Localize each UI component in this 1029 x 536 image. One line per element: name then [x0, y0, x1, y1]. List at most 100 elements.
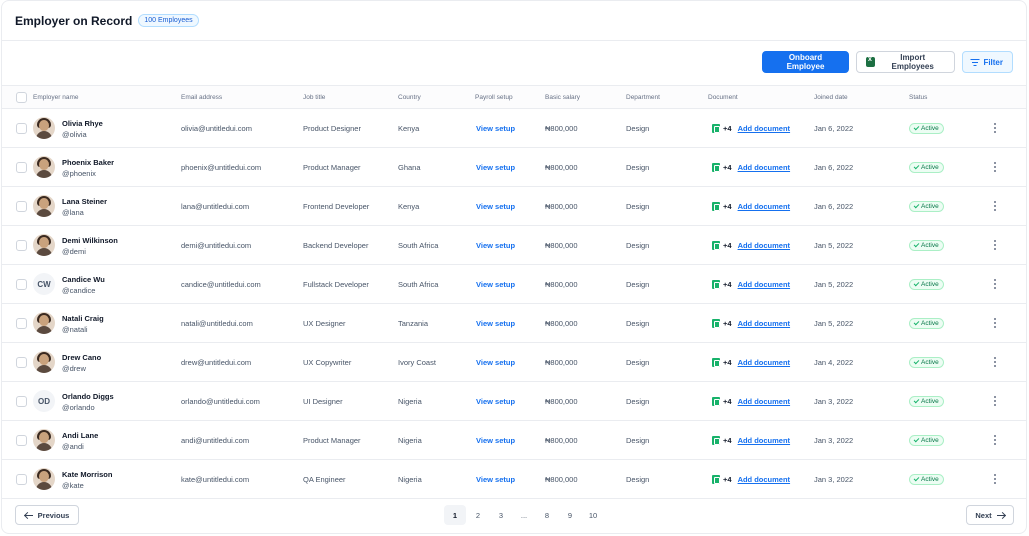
row-menu-button[interactable]: [992, 277, 998, 291]
employee-name[interactable]: Phoenix Baker: [62, 158, 114, 167]
view-setup-link[interactable]: View setup: [476, 124, 515, 133]
view-setup-link[interactable]: View setup: [476, 202, 515, 211]
column-status[interactable]: Status: [909, 94, 927, 101]
employee-name[interactable]: Kate Morrison: [62, 470, 112, 479]
column-salary[interactable]: Basic salary: [545, 94, 580, 101]
add-document-link[interactable]: Add document: [738, 202, 791, 211]
table-row[interactable]: Drew Cano @drew drew@untitledui.com UX C…: [2, 343, 1026, 382]
row-menu-button[interactable]: [992, 394, 998, 408]
row-checkbox[interactable]: [16, 162, 27, 173]
view-setup-link[interactable]: View setup: [476, 163, 515, 172]
row-menu-button[interactable]: [992, 316, 998, 330]
column-joined[interactable]: Joined date: [814, 94, 848, 101]
page-number[interactable]: 10: [582, 505, 604, 525]
import-employees-label: Import Employees: [891, 53, 934, 71]
employee-salary: ₦800,000: [545, 163, 578, 172]
add-document-link[interactable]: Add document: [738, 241, 791, 250]
employee-name[interactable]: Orlando Diggs: [62, 392, 114, 401]
employee-name[interactable]: Drew Cano: [62, 353, 101, 362]
status-label: Active: [921, 437, 939, 444]
check-icon: [913, 241, 920, 248]
employee-name[interactable]: Candice Wu: [62, 275, 105, 284]
row-checkbox[interactable]: [16, 240, 27, 251]
column-document[interactable]: Document: [708, 94, 738, 101]
document-icon: [712, 280, 720, 289]
employee-name[interactable]: Demi Wilkinson: [62, 236, 118, 245]
table-row[interactable]: Lana Steiner @lana lana@untitledui.com F…: [2, 187, 1026, 226]
employee-name[interactable]: Andi Lane: [62, 431, 98, 440]
column-department[interactable]: Department: [626, 94, 660, 101]
view-setup-link[interactable]: View setup: [476, 280, 515, 289]
view-setup-link[interactable]: View setup: [476, 397, 515, 406]
table-row[interactable]: Andi Lane @andi andi@untitledui.com Prod…: [2, 421, 1026, 460]
filter-button[interactable]: Filter: [962, 51, 1013, 73]
column-job-title[interactable]: Job title: [303, 94, 325, 101]
row-menu-button[interactable]: [992, 433, 998, 447]
add-document-link[interactable]: Add document: [738, 358, 791, 367]
row-checkbox[interactable]: [16, 435, 27, 446]
employee-name[interactable]: Olivia Rhye: [62, 119, 103, 128]
select-all-checkbox[interactable]: [16, 92, 27, 103]
avatar: [33, 117, 55, 139]
table-row[interactable]: Olivia Rhye @olivia olivia@untitledui.co…: [2, 109, 1026, 148]
page-number[interactable]: 1: [444, 505, 466, 525]
status-badge: Active: [909, 240, 944, 251]
add-document-link[interactable]: Add document: [738, 475, 791, 484]
table-row[interactable]: Natali Craig @natali natali@untitledui.c…: [2, 304, 1026, 343]
employee-email: phoenix@untitledui.com: [181, 163, 262, 172]
table-row[interactable]: Kate Morrison @kate kate@untitledui.com …: [2, 460, 1026, 499]
add-document-link[interactable]: Add document: [738, 319, 791, 328]
add-document-link[interactable]: Add document: [738, 124, 791, 133]
employee-name[interactable]: Lana Steiner: [62, 197, 107, 206]
import-employees-button[interactable]: Import Employees: [856, 51, 955, 73]
view-setup-link[interactable]: View setup: [476, 241, 515, 250]
document-cell: +4 Add document: [712, 163, 790, 172]
joined-date: Jan 5, 2022: [814, 241, 854, 250]
row-checkbox[interactable]: [16, 123, 27, 134]
onboard-employee-button[interactable]: Onboard Employee: [762, 51, 849, 73]
row-checkbox[interactable]: [16, 279, 27, 290]
row-menu-button[interactable]: [992, 160, 998, 174]
row-menu-button[interactable]: [992, 199, 998, 213]
view-setup-link[interactable]: View setup: [476, 436, 515, 445]
column-employer-name[interactable]: Employer name: [33, 94, 79, 101]
column-country[interactable]: Country: [398, 94, 421, 101]
next-button[interactable]: Next: [966, 505, 1014, 525]
view-setup-link[interactable]: View setup: [476, 475, 515, 484]
column-email[interactable]: Email address: [181, 94, 222, 101]
dots-vertical-icon: [994, 123, 996, 125]
table-row[interactable]: Phoenix Baker @phoenix phoenix@untitledu…: [2, 148, 1026, 187]
document-count: +4: [723, 163, 732, 172]
status-badge: Active: [909, 201, 944, 212]
add-document-link[interactable]: Add document: [738, 280, 791, 289]
page-number[interactable]: 3: [490, 505, 512, 525]
add-document-link[interactable]: Add document: [738, 436, 791, 445]
row-menu-button[interactable]: [992, 355, 998, 369]
table-row[interactable]: CW Candice Wu @candice candice@untitledu…: [2, 265, 1026, 304]
row-checkbox[interactable]: [16, 201, 27, 212]
table-row[interactable]: Demi Wilkinson @demi demi@untitledui.com…: [2, 226, 1026, 265]
employee-email: candice@untitledui.com: [181, 280, 261, 289]
table-row[interactable]: OD Orlando Diggs @orlando orlando@untitl…: [2, 382, 1026, 421]
row-checkbox[interactable]: [16, 318, 27, 329]
view-setup-link[interactable]: View setup: [476, 358, 515, 367]
employee-name[interactable]: Natali Craig: [62, 314, 104, 323]
employee-salary: ₦800,000: [545, 280, 578, 289]
row-checkbox[interactable]: [16, 357, 27, 368]
row-menu-button[interactable]: [992, 472, 998, 486]
page-number[interactable]: 2: [467, 505, 489, 525]
employee-department: Design: [626, 319, 650, 328]
employee-department: Design: [626, 280, 650, 289]
view-setup-link[interactable]: View setup: [476, 319, 515, 328]
row-checkbox[interactable]: [16, 474, 27, 485]
add-document-link[interactable]: Add document: [738, 163, 791, 172]
previous-button[interactable]: Previous: [15, 505, 79, 525]
add-document-link[interactable]: Add document: [738, 397, 791, 406]
dots-vertical-icon: [994, 357, 996, 359]
page-number[interactable]: 8: [536, 505, 558, 525]
page-number[interactable]: 9: [559, 505, 581, 525]
column-payroll[interactable]: Payroll setup: [475, 94, 513, 101]
row-menu-button[interactable]: [992, 238, 998, 252]
row-menu-button[interactable]: [992, 121, 998, 135]
row-checkbox[interactable]: [16, 396, 27, 407]
